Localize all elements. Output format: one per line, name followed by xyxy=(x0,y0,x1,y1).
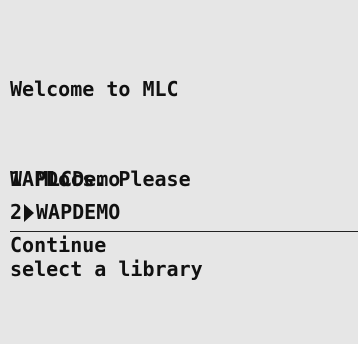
right-triangle-icon xyxy=(24,203,36,223)
library-option-number: 1 xyxy=(10,167,23,191)
library-option-label: WAPDEMO xyxy=(36,200,121,224)
library-option-mlcdemo[interactable]: 1 MLCDemo xyxy=(10,163,350,196)
library-list: 1 MLCDemo 2 WAPDEMO xyxy=(10,163,350,229)
continue-softkey[interactable]: Continue xyxy=(10,230,106,260)
wap-screen: Welcome to MLC WAPDocs. Please select a … xyxy=(0,0,358,281)
library-option-label: MLCDemo xyxy=(36,167,121,191)
library-option-wapdemo[interactable]: 2 WAPDEMO xyxy=(10,196,350,229)
welcome-line-1: Welcome to MLC xyxy=(10,77,179,101)
library-option-number: 2 xyxy=(10,200,23,224)
